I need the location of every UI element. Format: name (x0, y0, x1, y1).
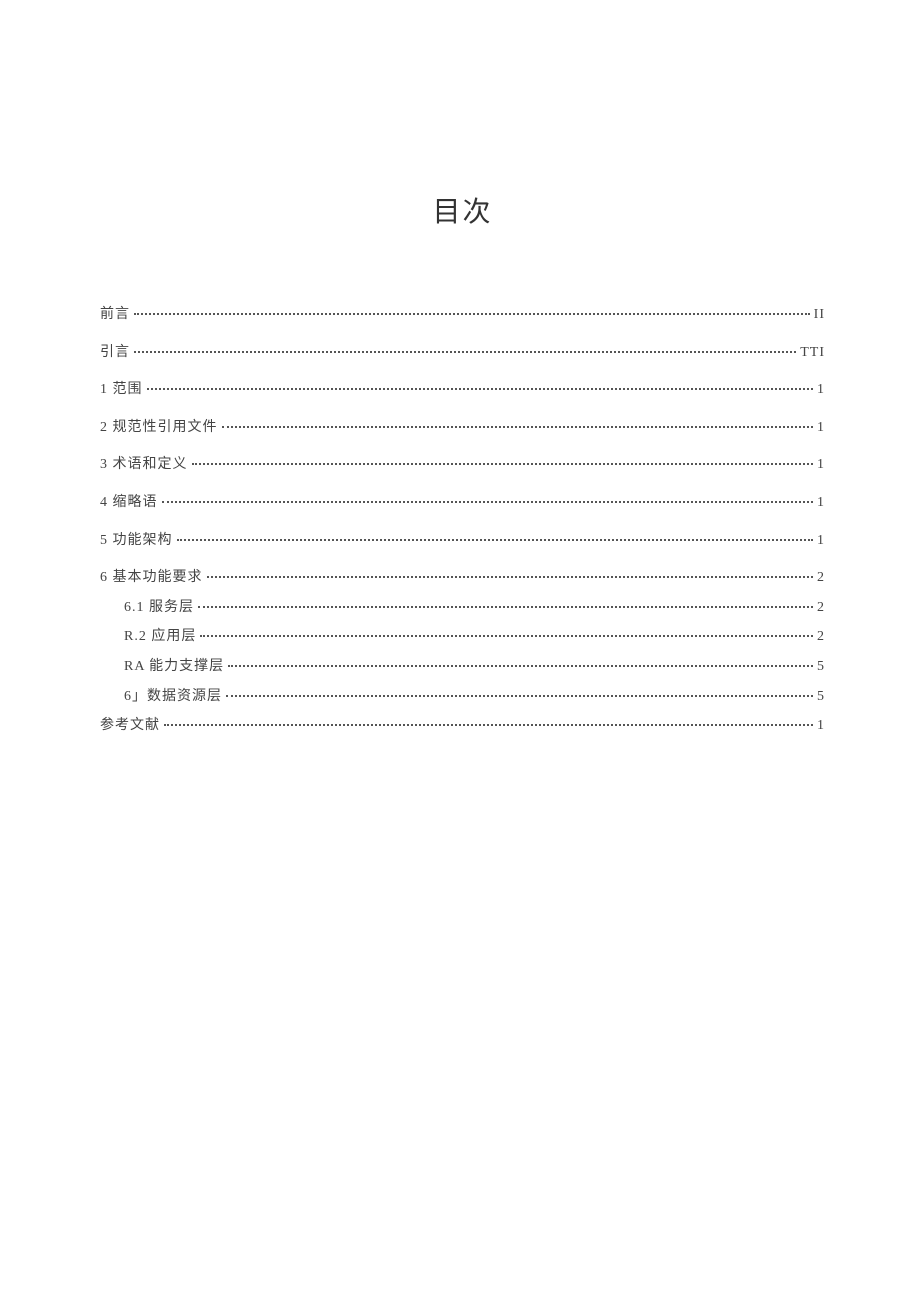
toc-label: RA 能力支撑层 (124, 657, 224, 677)
toc-leader-dots (134, 313, 810, 315)
toc-page-number: 5 (817, 657, 825, 677)
toc-subentry: R.2 应用层 2 (100, 627, 825, 647)
toc-leader-dots (222, 426, 814, 428)
toc-label: 6.1 服务层 (124, 598, 194, 618)
toc-label: 前言 (100, 305, 130, 325)
toc-label: 4 缩略语 (100, 493, 158, 513)
toc-page-number: 1 (817, 716, 825, 736)
toc-subentry: 6」数据资源层 5 (100, 687, 825, 707)
toc-entry: 前言 II (100, 305, 825, 325)
toc-list-section-6: 6 基本功能要求 2 6.1 服务层 2 R.2 应用层 2 RA 能力支撑层 … (100, 568, 825, 706)
toc-entry: 6 基本功能要求 2 (100, 568, 825, 588)
toc-leader-dots (147, 388, 814, 390)
toc-label: 3 术语和定义 (100, 455, 188, 475)
toc-leader-dots (200, 635, 813, 637)
toc-leader-dots (177, 539, 814, 541)
toc-leader-dots (198, 606, 813, 608)
toc-label: 引言 (100, 343, 130, 363)
toc-page-number: 5 (817, 687, 825, 707)
toc-subentry: 6.1 服务层 2 (100, 598, 825, 618)
toc-label: 参考文献 (100, 716, 160, 736)
toc-page-number: II (814, 305, 825, 325)
toc-leader-dots (162, 501, 814, 503)
toc-page-number: 2 (817, 598, 825, 618)
toc-page-number: 2 (817, 568, 825, 588)
toc-page-number: 1 (817, 493, 825, 513)
toc-page-number: TTI (800, 343, 825, 363)
toc-label: 2 规范性引用文件 (100, 418, 218, 438)
toc-page-number: 1 (817, 531, 825, 551)
toc-entry: 1 范围 1 (100, 380, 825, 400)
toc-title: 目次 (100, 190, 825, 230)
toc-entry: 4 缩略语 1 (100, 493, 825, 513)
toc-label: 6 基本功能要求 (100, 568, 203, 588)
toc-entry: 3 术语和定义 1 (100, 455, 825, 475)
toc-page-number: 1 (817, 455, 825, 475)
toc-entry: 2 规范性引用文件 1 (100, 418, 825, 438)
toc-leader-dots (164, 724, 813, 726)
toc-page-number: 1 (817, 418, 825, 438)
toc-leader-dots (228, 665, 813, 667)
toc-subentry: RA 能力支撑层 5 (100, 657, 825, 677)
toc-leader-dots (134, 351, 796, 353)
toc-entry: 5 功能架构 1 (100, 531, 825, 551)
toc-entry: 参考文献 1 (100, 716, 825, 736)
toc-label: 5 功能架构 (100, 531, 173, 551)
toc-label: 6」数据资源层 (124, 687, 222, 707)
toc-page-number: 2 (817, 627, 825, 647)
toc-label: 1 范围 (100, 380, 143, 400)
toc-leader-dots (226, 695, 813, 697)
document-page: 目次 前言 II 引言 TTI 1 范围 1 2 规范性引用文件 1 3 术语和… (0, 0, 920, 736)
toc-leader-dots (192, 463, 814, 465)
toc-label: R.2 应用层 (124, 627, 196, 647)
toc-list-end: 参考文献 1 (100, 716, 825, 736)
toc-entry: 引言 TTI (100, 343, 825, 363)
toc-leader-dots (207, 576, 814, 578)
toc-list: 前言 II 引言 TTI 1 范围 1 2 规范性引用文件 1 3 术语和定义 … (100, 305, 825, 550)
toc-page-number: 1 (817, 380, 825, 400)
